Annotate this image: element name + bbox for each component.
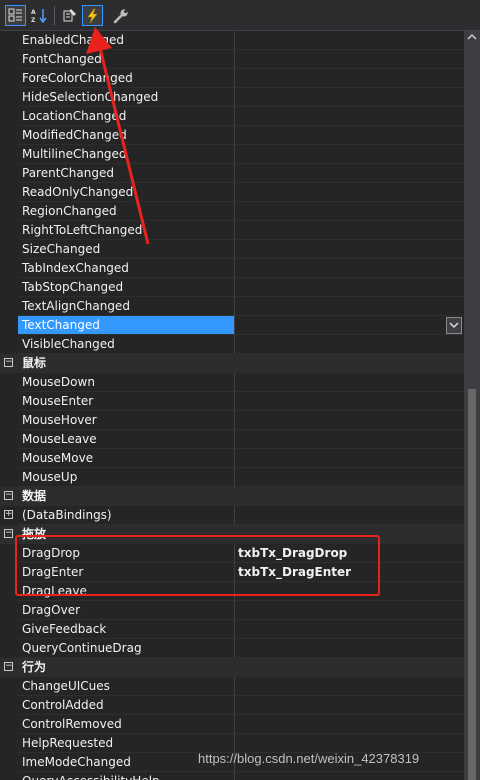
- event-handler-value[interactable]: [235, 639, 464, 658]
- event-name: QueryAccessibilityHelp: [18, 772, 234, 780]
- event-handler-value[interactable]: [235, 468, 464, 487]
- event-name: TextChanged: [18, 316, 234, 335]
- scroll-thumb[interactable]: [468, 389, 476, 780]
- event-name: MouseDown: [18, 373, 234, 392]
- event-row[interactable]: MouseUp: [0, 468, 464, 487]
- expand-icon[interactable]: +: [4, 510, 13, 519]
- event-row[interactable]: QueryContinueDrag: [0, 639, 464, 658]
- annotation-arrow: [86, 27, 150, 245]
- event-row[interactable]: + (DataBindings): [0, 506, 464, 525]
- event-handler-value[interactable]: [235, 601, 464, 620]
- event-row[interactable]: MouseEnter: [0, 392, 464, 411]
- collapse-icon[interactable]: −: [4, 358, 13, 367]
- event-handler-value[interactable]: [235, 259, 464, 278]
- category-label: 数据: [22, 489, 47, 503]
- event-row[interactable]: ControlAdded: [0, 696, 464, 715]
- event-row[interactable]: MouseHover: [0, 411, 464, 430]
- event-name: MouseHover: [18, 411, 234, 430]
- event-handler-value[interactable]: [235, 772, 464, 780]
- event-row[interactable]: MouseLeave: [0, 430, 464, 449]
- event-name: MouseMove: [18, 449, 234, 468]
- event-handler-value[interactable]: [235, 620, 464, 639]
- annotation-highlight-box: [15, 535, 380, 596]
- event-name: TabStopChanged: [18, 278, 234, 297]
- collapse-icon[interactable]: −: [4, 491, 13, 500]
- event-row[interactable]: TabIndexChanged: [0, 259, 464, 278]
- event-name: DragOver: [18, 601, 234, 620]
- event-name: MouseLeave: [18, 430, 234, 449]
- event-name: QueryContinueDrag: [18, 639, 234, 658]
- event-handler-value[interactable]: [235, 449, 464, 468]
- collapse-icon[interactable]: −: [4, 529, 13, 538]
- event-name: (DataBindings): [18, 506, 234, 525]
- collapse-icon[interactable]: −: [4, 662, 13, 671]
- watermark: https://blog.csdn.net/weixin_42378319: [198, 751, 420, 766]
- event-row[interactable]: ControlRemoved: [0, 715, 464, 734]
- event-handler-value[interactable]: [235, 335, 464, 354]
- event-name: ControlRemoved: [18, 715, 234, 734]
- event-name: MouseEnter: [18, 392, 234, 411]
- event-handler-value[interactable]: [235, 373, 464, 392]
- event-handler-value[interactable]: [235, 411, 464, 430]
- dropdown-arrow-icon[interactable]: [446, 317, 462, 334]
- event-name: ControlAdded: [18, 696, 234, 715]
- category-row[interactable]: − 数据: [0, 487, 464, 506]
- event-name: VisibleChanged: [18, 335, 234, 354]
- event-row[interactable]: TabStopChanged: [0, 278, 464, 297]
- event-row[interactable]: DragOver: [0, 601, 464, 620]
- event-name: TextAlignChanged: [18, 297, 234, 316]
- event-handler-value[interactable]: [235, 696, 464, 715]
- event-row[interactable]: TextChanged: [0, 316, 464, 335]
- event-name: ChangeUICues: [18, 677, 234, 696]
- event-row[interactable]: VisibleChanged: [0, 335, 464, 354]
- event-handler-value[interactable]: [235, 316, 464, 335]
- event-row[interactable]: QueryAccessibilityHelp: [0, 772, 464, 780]
- category-row[interactable]: − 行为: [0, 658, 464, 677]
- event-handler-value[interactable]: [235, 278, 464, 297]
- event-row[interactable]: ChangeUICues: [0, 677, 464, 696]
- event-row[interactable]: TextAlignChanged: [0, 297, 464, 316]
- event-row[interactable]: MouseDown: [0, 373, 464, 392]
- event-row[interactable]: MouseMove: [0, 449, 464, 468]
- category-row[interactable]: − 鼠标: [0, 354, 464, 373]
- event-handler-value[interactable]: [235, 297, 464, 316]
- event-name: MouseUp: [18, 468, 234, 487]
- event-handler-value[interactable]: [235, 392, 464, 411]
- category-label: 鼠标: [22, 356, 47, 370]
- event-name: GiveFeedback: [18, 620, 234, 639]
- event-row[interactable]: GiveFeedback: [0, 620, 464, 639]
- event-handler-value[interactable]: [235, 430, 464, 449]
- event-name: TabIndexChanged: [18, 259, 234, 278]
- category-label: 行为: [22, 660, 47, 674]
- event-handler-value[interactable]: [235, 715, 464, 734]
- event-handler-value[interactable]: [235, 677, 464, 696]
- event-handler-value[interactable]: [235, 506, 464, 525]
